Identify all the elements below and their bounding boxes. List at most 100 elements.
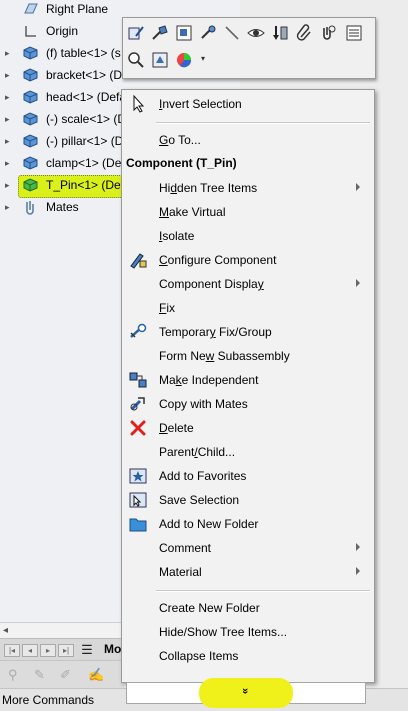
menu-item-delete[interactable]: Delete [122, 416, 374, 440]
expand-arrow-icon[interactable]: ▸ [5, 92, 13, 102]
menu-item-make-independent[interactable]: Make Independent [122, 368, 374, 392]
menu-item-label: Create New Folder [159, 601, 260, 615]
menu-item-label: Comment [159, 541, 212, 555]
edit-part-icon[interactable] [125, 22, 147, 44]
favorites-star-icon [128, 467, 148, 485]
mates-icon[interactable] [317, 22, 339, 44]
part-icon [22, 45, 39, 61]
smart-mate-icon[interactable] [149, 22, 171, 44]
menu-item-label: Invert Selection [159, 97, 242, 111]
menu-item-collapse-items[interactable]: Collapse Items [122, 644, 374, 668]
appearance-icon[interactable] [173, 49, 195, 71]
menu-item-label: Configure Component [159, 253, 277, 267]
menu-item-label: Delete [159, 421, 194, 435]
menu-item-label: Copy with Mates [159, 397, 248, 411]
expand-arrow-icon[interactable]: ▸ [5, 158, 13, 168]
menu-item-label: Make Virtual [159, 205, 226, 219]
menu-item-label: Hide/Show Tree Items... [159, 625, 288, 639]
tree-item-label: (f) table<1> (s [46, 46, 121, 60]
double-chevron-down-icon: » [239, 687, 252, 695]
menu-item-material[interactable]: Material [122, 560, 374, 584]
expand-arrow-icon[interactable]: ▸ [5, 180, 13, 190]
menu-item-label: Temporary Fix/Group [159, 325, 272, 339]
menu-item-hidden-tree-items[interactable]: Hidden Tree Items [122, 176, 374, 200]
menu-item-copy-with-mates[interactable]: Copy with Mates [122, 392, 374, 416]
next-tab-icon[interactable]: ▸ [40, 644, 56, 657]
menu-item-label: Form New Subassembly [159, 349, 290, 363]
menu-item-temporary-fix-group[interactable]: Temporary Fix/Group [122, 320, 374, 344]
expand-arrow-icon[interactable]: ▸ [5, 136, 13, 146]
menu-item-save-selection[interactable]: Save Selection [122, 488, 374, 512]
last-tab-icon[interactable]: ▸| [58, 644, 74, 657]
exploded-view-icon[interactable] [269, 22, 291, 44]
make-independent-icon [128, 371, 148, 389]
tree-item-label: Mates [46, 200, 79, 214]
move-component-icon[interactable] [197, 22, 219, 44]
tabs-menu-icon[interactable]: ☰ [80, 643, 94, 656]
expand-arrow-icon[interactable]: ▸ [5, 202, 13, 212]
tree-item-label: clamp<1> (Def [46, 156, 125, 170]
menu-item-label: Add to Favorites [159, 469, 247, 483]
tree-item-label: Origin [46, 24, 79, 38]
edit-assembly-icon[interactable] [173, 22, 195, 44]
hide-show-icon[interactable] [245, 22, 267, 44]
first-tab-icon[interactable]: |◂ [4, 644, 20, 657]
smart-dimension-icon[interactable]: ⚲ [8, 667, 24, 683]
delete-x-icon [128, 419, 148, 437]
zoom-to-selection-icon[interactable] [125, 49, 147, 71]
menu-item-form-new-subassembly[interactable]: Form New Subassembly [122, 344, 374, 368]
menu-item-add-to-new-folder[interactable]: Add to New Folder [122, 512, 374, 536]
expand-arrow-icon[interactable]: ▸ [5, 70, 13, 80]
menu-separator [156, 122, 370, 124]
menu-item-hide-show-tree-items[interactable]: Hide/Show Tree Items... [122, 620, 374, 644]
tree-item-label: T_Pin<1> (Def [46, 178, 125, 192]
manager-tab-strip: |◂ ◂ ▸ ▸| ☰ Mo [0, 638, 124, 661]
menu-item-go-to[interactable]: Go To... [122, 128, 374, 152]
expand-arrow-icon[interactable]: ▸ [5, 114, 13, 124]
menu-item-invert-selection[interactable]: Invert Selection [122, 92, 374, 116]
horizontal-scrollbar[interactable]: ◂ [0, 622, 124, 639]
part-icon [22, 111, 39, 127]
part-icon [22, 89, 39, 105]
toolbar-dropdown-icon[interactable]: ▾ [201, 54, 205, 63]
pencil-icon[interactable]: ✐ [60, 667, 76, 683]
submenu-arrow-icon [356, 183, 360, 191]
model-tab[interactable]: Mo [104, 642, 121, 656]
menu-item-isolate[interactable]: Isolate [122, 224, 374, 248]
menu-item-configure-component[interactable]: Configure Component [122, 248, 374, 272]
sketch-icon[interactable]: ✎ [34, 667, 50, 683]
prev-tab-icon[interactable]: ◂ [22, 644, 38, 657]
expand-arrow-icon[interactable]: ▸ [5, 48, 13, 58]
menu-item-label: Hidden Tree Items [159, 181, 258, 195]
configure-pencil-icon [128, 251, 148, 269]
isolate-view-icon[interactable] [149, 49, 171, 71]
line-icon[interactable] [221, 22, 243, 44]
expand-highlight: » [199, 678, 293, 708]
scroll-left-icon[interactable]: ◂ [3, 625, 8, 636]
component-header-label: Component (T_Pin) [126, 156, 237, 170]
menu-item-parent-child[interactable]: Parent/Child... [122, 440, 374, 464]
expand-menu-button[interactable]: » [126, 678, 366, 708]
part-icon [22, 155, 39, 171]
menu-item-label: Material [159, 565, 202, 579]
menu-item-fix[interactable]: Fix [122, 296, 374, 320]
mates-icon [22, 199, 39, 215]
save-selection-icon [128, 491, 148, 509]
tree-item-label: Right Plane [46, 2, 109, 16]
more-commands-label: More Commands [2, 693, 95, 707]
menu-item-comment[interactable]: Comment [122, 536, 374, 560]
submenu-arrow-icon [356, 543, 360, 551]
context-menu: Invert Selection Go To... Component (T_P… [121, 89, 375, 708]
paperclip-icon[interactable] [293, 22, 315, 44]
menu-item-label: Fix [159, 301, 176, 315]
menu-item-create-new-folder[interactable]: Create New Folder [122, 596, 374, 620]
note-icon[interactable]: ✍ [88, 667, 104, 683]
menu-item-label: Collapse Items [159, 649, 239, 663]
menu-item-label: Isolate [159, 229, 195, 243]
menu-item-add-to-favorites[interactable]: Add to Favorites [122, 464, 374, 488]
menu-item-make-virtual[interactable]: Make Virtual [122, 200, 374, 224]
menu-item-component-display[interactable]: Component Display [122, 272, 374, 296]
copy-with-mates-icon [128, 395, 148, 413]
context-toolbar: ▾ [122, 17, 376, 79]
properties-icon[interactable] [343, 22, 365, 44]
